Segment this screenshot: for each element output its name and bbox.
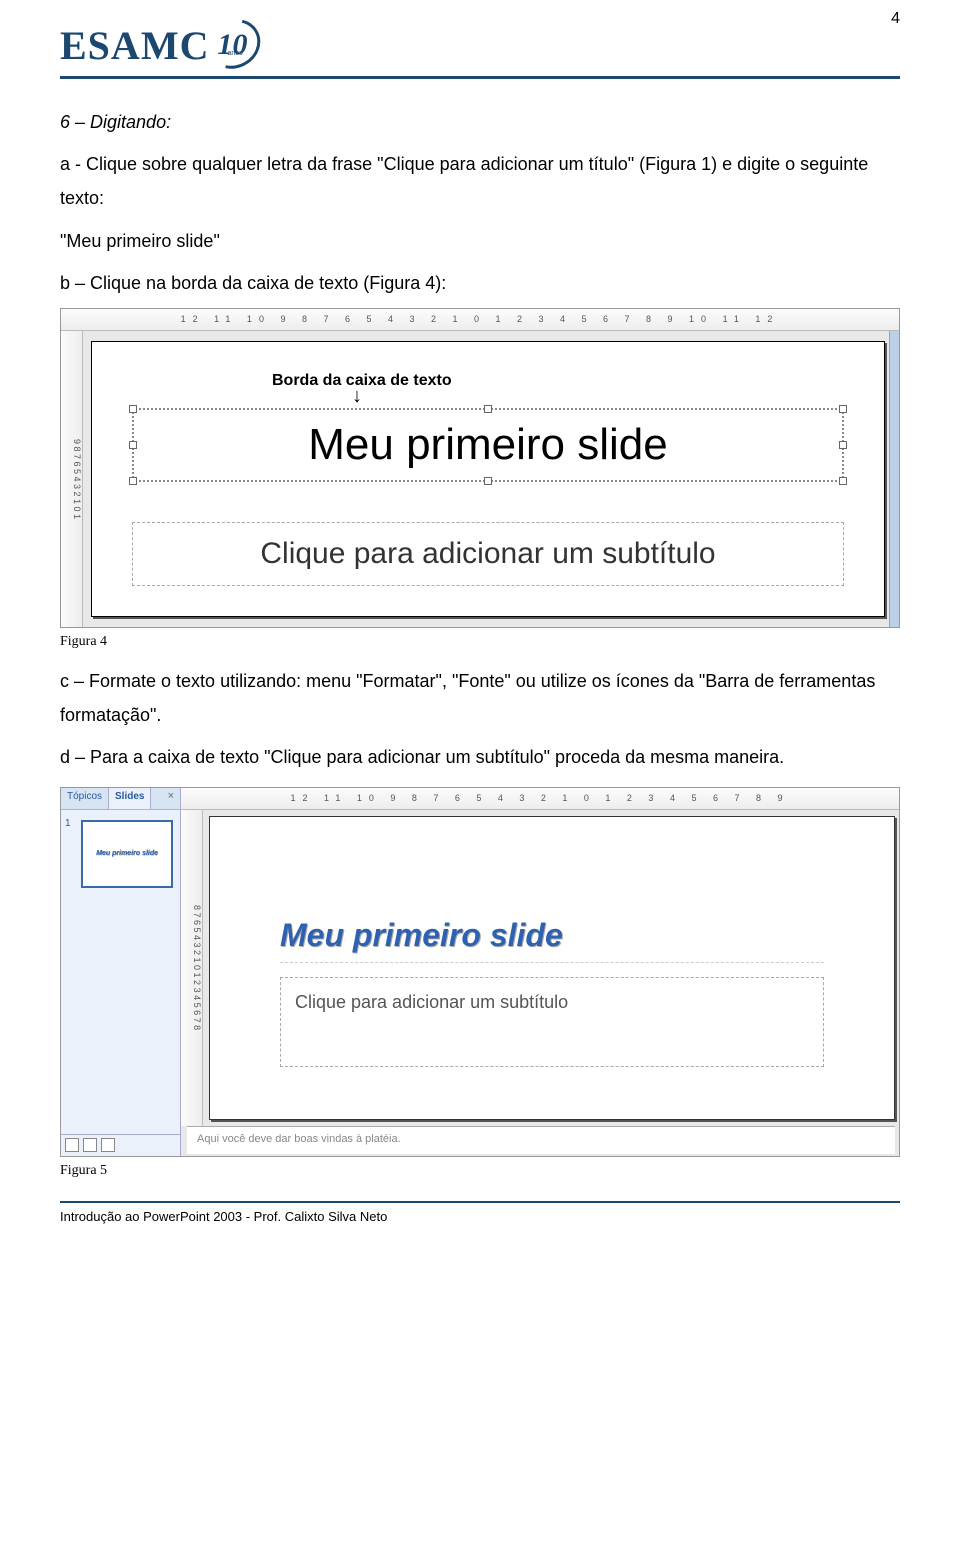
- footer-rule: [60, 1201, 900, 1203]
- page-number: 4: [891, 10, 900, 28]
- editor-pane: 12 11 10 9 8 7 6 5 4 3 2 1 0 1 2 3 4 5 6…: [181, 788, 899, 1156]
- logo: ESAMC 10 anos: [60, 20, 263, 70]
- ruler-vertical: 9 8 7 6 5 4 3 2 1 0 1: [61, 331, 83, 627]
- logo-badge: 10 anos: [207, 20, 263, 70]
- resize-handle-icon[interactable]: [839, 477, 847, 485]
- section-heading: 6 – Digitando:: [60, 105, 900, 139]
- title-text-box[interactable]: Meu primeiro slide: [132, 408, 844, 482]
- step-d: d – Para a caixa de texto "Clique para a…: [60, 740, 900, 774]
- ruler-horizontal: 12 11 10 9 8 7 6 5 4 3 2 1 0 1 2 3 4 5 6…: [181, 788, 899, 810]
- step-a-text: "Meu primeiro slide": [60, 224, 900, 258]
- tab-topicos[interactable]: Tópicos: [61, 788, 109, 809]
- step-a: a - Clique sobre qualquer letra da frase…: [60, 147, 900, 215]
- figure-4-caption: Figura 4: [60, 634, 900, 650]
- subtitle-text-box[interactable]: Clique para adicionar um subtítulo: [132, 522, 844, 586]
- view-buttons: [61, 1134, 180, 1156]
- resize-handle-icon[interactable]: [129, 477, 137, 485]
- arrow-down-icon: ↓: [352, 390, 844, 402]
- thumb-title-text: Meu primeiro slide: [96, 850, 158, 857]
- slide-canvas: Borda da caixa de texto ↓ Meu primeiro s…: [91, 341, 885, 617]
- sorter-view-icon[interactable]: [83, 1138, 97, 1152]
- notes-pane[interactable]: Aqui você deve dar boas vindas à platéia…: [187, 1126, 895, 1154]
- step-c: c – Formate o texto utilizando: menu "Fo…: [60, 664, 900, 732]
- thumbnail-area: 1 Meu primeiro slide: [61, 810, 180, 1134]
- figure-5: Tópicos Slides × 1 Meu primeiro slide 12…: [60, 787, 900, 1157]
- ruler-vertical: 8 7 6 5 4 3 2 1 0 1 2 3 4 5 6 7 8: [181, 810, 203, 1126]
- outline-pane: Tópicos Slides × 1 Meu primeiro slide: [61, 788, 181, 1156]
- ruler-horizontal: 12 11 10 9 8 7 6 5 4 3 2 1 0 1 2 3 4 5 6…: [61, 309, 899, 331]
- slide-subtitle-box[interactable]: Clique para adicionar um subtítulo: [280, 977, 824, 1067]
- slide-canvas: Meu primeiro slide Clique para adicionar…: [209, 816, 895, 1120]
- close-icon[interactable]: ×: [162, 788, 180, 809]
- thumb-number: 1: [65, 818, 71, 829]
- resize-handle-icon[interactable]: [839, 405, 847, 413]
- resize-handle-icon[interactable]: [484, 405, 492, 413]
- slideshow-view-icon[interactable]: [101, 1138, 115, 1152]
- figure-4: 12 11 10 9 8 7 6 5 4 3 2 1 0 1 2 3 4 5 6…: [60, 308, 900, 628]
- logo-text: ESAMC: [60, 22, 209, 69]
- resize-handle-icon[interactable]: [129, 405, 137, 413]
- header-rule: [60, 76, 900, 79]
- step-b: b – Clique na borda da caixa de texto (F…: [60, 266, 900, 300]
- normal-view-icon[interactable]: [65, 1138, 79, 1152]
- resize-handle-icon[interactable]: [839, 441, 847, 449]
- figure-5-caption: Figura 5: [60, 1163, 900, 1179]
- logo-badge-sub: anos: [227, 50, 242, 57]
- slide-thumbnail[interactable]: Meu primeiro slide: [81, 820, 173, 888]
- pane-tabs: Tópicos Slides ×: [61, 788, 180, 810]
- resize-handle-icon[interactable]: [129, 441, 137, 449]
- title-text[interactable]: Meu primeiro slide: [154, 420, 822, 470]
- footer-text: Introdução ao PowerPoint 2003 - Prof. Ca…: [60, 1209, 900, 1224]
- resize-handle-icon[interactable]: [484, 477, 492, 485]
- scrollbar[interactable]: [889, 331, 899, 627]
- slide-title[interactable]: Meu primeiro slide: [280, 917, 824, 963]
- tab-slides[interactable]: Slides: [109, 788, 151, 809]
- header-logo-row: ESAMC 10 anos: [60, 20, 900, 70]
